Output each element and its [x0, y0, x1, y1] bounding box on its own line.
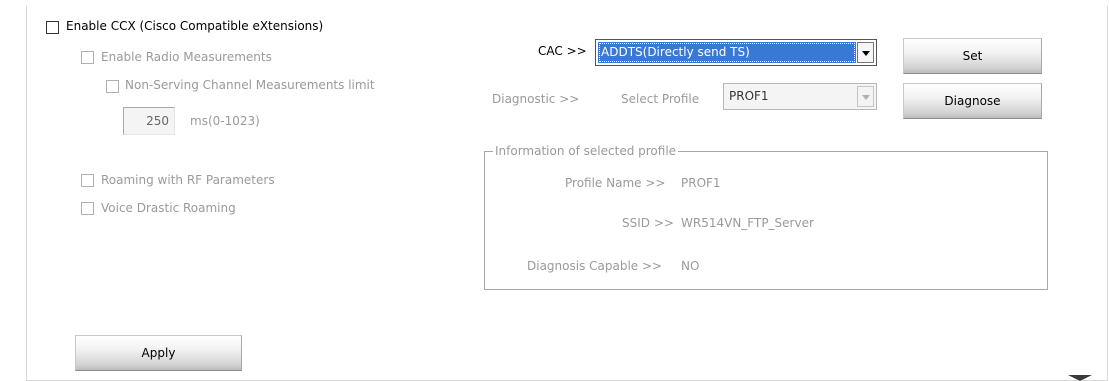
ssid-label: SSID >>: [622, 216, 674, 230]
apply-button[interactable]: Apply: [75, 335, 242, 371]
voice-roaming-checkbox[interactable]: [81, 202, 94, 215]
roaming-rf-checkbox[interactable]: [81, 174, 94, 187]
voice-roaming-label: Voice Drastic Roaming: [101, 201, 236, 215]
chevron-down-icon[interactable]: [857, 86, 874, 107]
enable-ccx-checkbox[interactable]: [46, 21, 59, 34]
chevron-down-icon[interactable]: [857, 42, 874, 63]
measurement-limit-input[interactable]: 250: [123, 107, 175, 135]
roaming-rf-label: Roaming with RF Parameters: [101, 173, 275, 187]
select-profile-label: Select Profile: [621, 92, 700, 106]
cac-selected-value: ADDTS(Directly send TS): [598, 42, 856, 63]
profile-info-legend: Information of selected profile: [493, 143, 679, 159]
profile-selected-value: PROF1: [729, 89, 769, 103]
cac-label: CAC >>: [538, 44, 587, 58]
diagnosis-capable-value: NO: [681, 259, 700, 273]
diagnose-button[interactable]: Diagnose: [903, 83, 1042, 119]
enable-ccx-label: Enable CCX (Cisco Compatible eXtensions): [66, 19, 324, 33]
diagnostic-label: Diagnostic >>: [492, 92, 580, 106]
measurement-limit-unit: ms(0-1023): [190, 114, 260, 128]
non-serving-label: Non-Serving Channel Measurements limit: [125, 78, 375, 92]
radio-measurements-label: Enable Radio Measurements: [101, 50, 272, 64]
profile-name-label: Profile Name >>: [565, 176, 666, 190]
non-serving-checkbox[interactable]: [106, 80, 119, 93]
diagnosis-capable-label: Diagnosis Capable >>: [527, 259, 663, 273]
profile-select[interactable]: PROF1: [723, 83, 877, 110]
set-button[interactable]: Set: [903, 38, 1042, 74]
ssid-value: WR514VN_FTP_Server: [681, 216, 814, 230]
cac-select[interactable]: ADDTS(Directly send TS): [595, 39, 877, 66]
radio-measurements-checkbox[interactable]: [81, 51, 94, 64]
profile-name-value: PROF1: [681, 176, 721, 190]
